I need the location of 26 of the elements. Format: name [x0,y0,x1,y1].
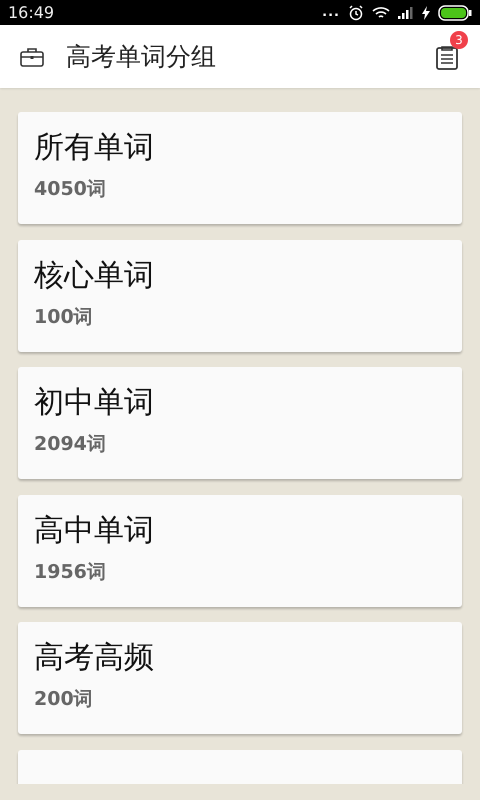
word-count: 100词 [34,304,94,330]
word-count: 2094词 [34,432,107,457]
word-group-card[interactable]: 核心单词 100词 [18,240,462,352]
alarm-clock-icon [348,4,364,20]
word-group-card[interactable]: 所有单词 4050词 [18,112,462,224]
group-name: 高中单词 [34,512,155,548]
group-name: 所有单词 [34,130,155,166]
word-group-card[interactable]: 高中单词 1956词 [18,494,462,606]
notification-count: 3 [450,30,468,48]
word-count: 1956词 [34,560,107,584]
wifi-icon [372,6,390,20]
word-count: 200词 [34,687,94,712]
status-time: 16:49 [8,3,54,22]
charging-icon [422,6,430,20]
word-group-card[interactable]: 高考高频 200词 [18,622,462,734]
more-dots: ... [322,6,340,19]
clipboard-icon[interactable] [434,44,460,70]
battery-icon [438,4,472,20]
signal-icon [398,6,414,18]
briefcase-icon[interactable] [20,46,44,66]
group-name: 核心单词 [34,258,155,294]
group-name: 高考高频 [34,640,155,676]
group-name: 初中单词 [34,385,155,421]
word-count: 4050词 [34,177,107,202]
page-title: 高考单词分组 [66,41,217,73]
word-group-card[interactable]: 初中单词 2094词 [18,367,462,479]
